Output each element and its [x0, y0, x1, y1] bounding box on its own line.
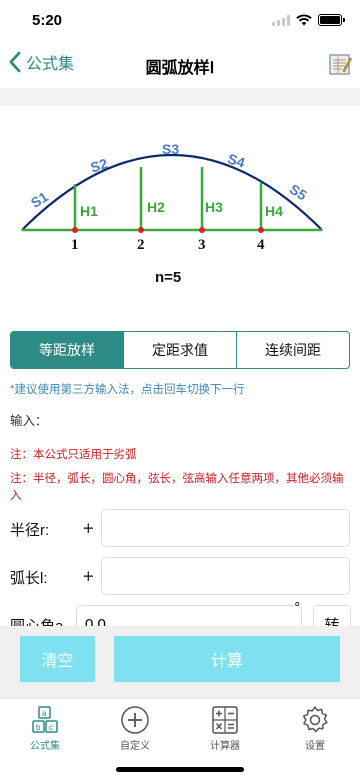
arc-label-s5: S5 [287, 181, 310, 204]
svg-text:b: b [36, 723, 41, 732]
point-marker [258, 227, 264, 233]
status-bar: 5:20 [0, 0, 360, 40]
arc-length-row: 弧长l: + [10, 557, 350, 597]
calculator-icon [212, 706, 238, 734]
status-time: 5:20 [32, 12, 63, 29]
point-label-4: 4 [257, 237, 265, 253]
tab-continuous-spacing[interactable]: 连续间距 [236, 332, 349, 368]
blocks-icon: a b c [32, 706, 58, 733]
page-title: 圆弧放样Ⅰ [145, 60, 215, 77]
minor-arc-note: 注：本公式只适用于劣弧 [10, 449, 137, 461]
action-panel: 清空 计算 [0, 626, 360, 698]
svg-text:a: a [42, 709, 47, 718]
arc-length-label: 弧长l: [10, 570, 48, 587]
tabbar-item-settings[interactable]: 设置 [280, 705, 350, 752]
tab-equal-spacing[interactable]: 等距放样 [11, 332, 123, 368]
point-label-2: 2 [137, 237, 145, 253]
mode-tabs: 等距放样 定距求值 连续间距 [10, 331, 350, 369]
radius-label: 半径r: [10, 522, 50, 539]
gear-icon [302, 706, 328, 733]
diagram-card: S1 S2 S3 S4 S5 H1 H2 H3 H4 1 2 3 4 n=5 [0, 106, 360, 310]
tabbar-label-formulas: 公式集 [30, 741, 60, 752]
diagram-area: S1 S2 S3 S4 S5 H1 H2 H3 H4 1 2 3 4 n=5 [0, 88, 360, 310]
notes-icon[interactable] [328, 52, 352, 76]
arc-label-s2: S2 [88, 155, 109, 176]
height-label-h4: H4 [265, 203, 283, 219]
radius-row: 半径r: + [10, 509, 350, 549]
signal-icon [272, 14, 290, 26]
point-marker [138, 227, 144, 233]
calculate-button[interactable]: 计算 [114, 636, 340, 682]
input-section-label: 输入： [10, 414, 48, 428]
input-method-hint: *建议使用第三方输入法，点击回车切换下一行 [10, 384, 245, 396]
tabbar-item-formulas[interactable]: a b c 公式集 [10, 705, 80, 752]
tab-bar: a b c 公式集 自定义 计算器 设置 [0, 698, 360, 779]
segment-count-label: n=5 [155, 269, 181, 286]
nav-bar: 公式集 圆弧放样Ⅰ [0, 40, 360, 88]
tabbar-item-calculator[interactable]: 计算器 [190, 705, 260, 752]
arc-length-sign: + [82, 567, 95, 585]
tabbar-item-custom[interactable]: 自定义 [100, 705, 170, 752]
radius-input[interactable] [101, 509, 350, 547]
arc-label-s4: S4 [226, 150, 247, 171]
arc-diagram: S1 S2 S3 S4 S5 H1 H2 H3 H4 1 2 3 4 n=5 [21, 141, 323, 286]
clear-button[interactable]: 清空 [20, 636, 95, 682]
home-indicator [116, 767, 244, 772]
arc-length-input[interactable] [101, 557, 350, 595]
point-label-1: 1 [71, 237, 79, 253]
tabbar-label-settings: 设置 [305, 741, 325, 752]
tabbar-label-calculator: 计算器 [210, 741, 240, 752]
wifi-icon [296, 14, 312, 26]
tab-fixed-distance[interactable]: 定距求值 [123, 332, 236, 368]
svg-text:c: c [49, 723, 53, 732]
height-label-h2: H2 [147, 199, 165, 215]
height-label-h3: H3 [205, 199, 223, 215]
point-label-3: 3 [198, 237, 206, 253]
arc-label-s3: S3 [162, 141, 179, 157]
status-icons [272, 14, 345, 26]
radius-sign: + [82, 519, 95, 537]
height-label-h1: H1 [80, 203, 98, 219]
battery-icon [318, 14, 345, 26]
point-marker [199, 227, 205, 233]
point-marker [72, 227, 78, 233]
degree-unit: ° [294, 601, 301, 616]
input-rule-note: 注：半径，弧长，圆心角，弦长，弦高输入任意两项，其他必须输入 [10, 473, 344, 502]
tabbar-label-custom: 自定义 [120, 741, 150, 752]
plus-circle-icon [121, 706, 149, 734]
